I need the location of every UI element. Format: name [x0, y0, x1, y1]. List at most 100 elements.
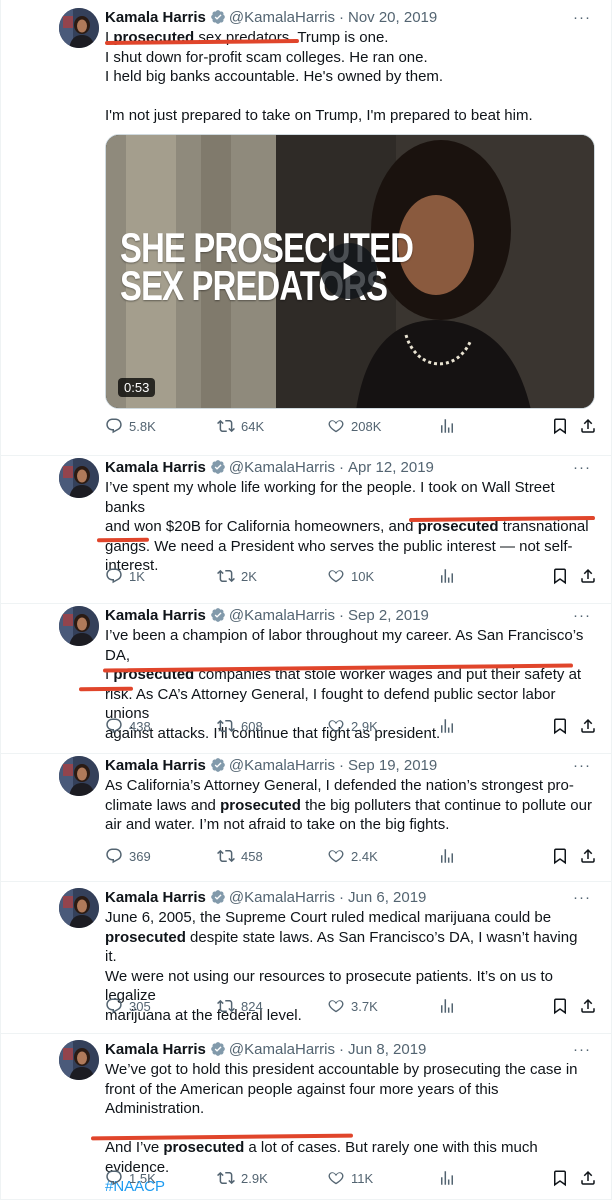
author-name[interactable]: Kamala Harris [105, 459, 206, 476]
share-button[interactable] [579, 1168, 597, 1188]
like-button[interactable]: 11K [327, 1168, 373, 1188]
repost-count: 64K [241, 418, 265, 434]
more-icon[interactable]: ··· [573, 606, 591, 626]
repost-button[interactable]: 458 [217, 846, 263, 866]
tweet-header: Kamala Harris @KamalaHarris · Nov 20, 2019 ·… [105, 8, 591, 28]
bookmark-button[interactable] [551, 1168, 569, 1188]
tweet[interactable]: Kamala Harris @KamalaHarris · Nov 20, 2019 ·… [1, 0, 611, 456]
avatar[interactable] [59, 8, 99, 48]
author-handle[interactable]: @KamalaHarris [229, 9, 335, 26]
share-button[interactable] [579, 846, 597, 866]
tweet[interactable]: Kamala Harris @KamalaHarris · Apr 12, 2019 ·… [1, 456, 611, 604]
share-button[interactable] [579, 716, 597, 736]
views-button[interactable] [438, 996, 456, 1016]
views-button[interactable] [438, 416, 456, 436]
like-count: 2.4K [351, 848, 378, 864]
repost-icon [217, 997, 235, 1015]
reply-button[interactable]: 5.8K [105, 416, 156, 436]
bookmark-button[interactable] [551, 566, 569, 586]
like-button[interactable]: 2.4K [327, 846, 378, 866]
tweet-date[interactable]: Apr 12, 2019 [348, 459, 434, 476]
author-name[interactable]: Kamala Harris [105, 1041, 206, 1058]
tweet-date[interactable]: Sep 2, 2019 [348, 607, 429, 624]
share-button[interactable] [579, 416, 597, 436]
avatar[interactable] [59, 888, 99, 928]
reply-button[interactable]: 1.5K [105, 1168, 156, 1188]
like-button[interactable]: 10K [327, 566, 374, 586]
tweet[interactable]: Kamala Harris @KamalaHarris · Jun 6, 2019 ··… [1, 882, 611, 1034]
video-player[interactable]: SHE PROSECUTED SEX PREDATORS 0:53 [105, 134, 595, 409]
like-icon [327, 1169, 345, 1187]
more-icon[interactable]: ··· [573, 8, 591, 28]
author-name[interactable]: Kamala Harris [105, 757, 206, 774]
avatar[interactable] [59, 458, 99, 498]
play-button[interactable] [321, 243, 377, 299]
more-icon[interactable]: ··· [573, 756, 591, 776]
like-button[interactable]: 2.9K [327, 716, 378, 736]
reply-button[interactable]: 1K [105, 566, 145, 586]
avatar-image [59, 458, 99, 498]
views-icon [438, 997, 456, 1015]
bookmark-button[interactable] [551, 996, 569, 1016]
avatar[interactable] [59, 756, 99, 796]
repost-button[interactable]: 64K [217, 416, 264, 436]
author-handle[interactable]: @KamalaHarris [229, 889, 335, 906]
bookmark-icon [551, 847, 569, 865]
tweet[interactable]: Kamala Harris @KamalaHarris · Sep 19, 2019 ·… [1, 754, 611, 882]
bookmark-button[interactable] [551, 846, 569, 866]
author-name[interactable]: Kamala Harris [105, 889, 206, 906]
avatar[interactable] [59, 606, 99, 646]
tweet-line: I’ve spent my whole life working for the… [105, 478, 593, 517]
more-icon[interactable]: ··· [573, 1040, 591, 1060]
reply-count: 5.8K [129, 418, 156, 434]
reply-button[interactable]: 438 [105, 716, 151, 736]
tweet-date[interactable]: Jun 8, 2019 [348, 1041, 426, 1058]
separator: · [339, 607, 344, 624]
text-segment: gangs. We need a President who serves th… [105, 537, 573, 555]
tweet-actions: 5.8K 64K 208K [105, 416, 595, 436]
author-handle[interactable]: @KamalaHarris [229, 607, 335, 624]
author-handle[interactable]: @KamalaHarris [229, 1041, 335, 1058]
text-segment: front of the American people against fou… [105, 1080, 499, 1118]
repost-icon [217, 717, 235, 735]
verified-badge-icon [210, 607, 226, 623]
share-button[interactable] [579, 566, 597, 586]
author-name[interactable]: Kamala Harris [105, 9, 206, 26]
tweet-date[interactable]: Jun 6, 2019 [348, 889, 426, 906]
bookmark-button[interactable] [551, 416, 569, 436]
views-button[interactable] [438, 566, 456, 586]
tweet-header: Kamala Harris @KamalaHarris · Sep 19, 2019 ·… [105, 756, 591, 776]
bookmark-button[interactable] [551, 716, 569, 736]
tweet[interactable]: Kamala Harris @KamalaHarris · Jun 8, 2019 ··… [1, 1034, 611, 1200]
separator: · [339, 9, 344, 26]
repost-button[interactable]: 2.9K [217, 1168, 268, 1188]
like-button[interactable]: 3.7K [327, 996, 378, 1016]
author-handle[interactable]: @KamalaHarris [229, 757, 335, 774]
author-name[interactable]: Kamala Harris [105, 607, 206, 624]
views-button[interactable] [438, 716, 456, 736]
tweet-date[interactable]: Nov 20, 2019 [348, 9, 437, 26]
repost-button[interactable]: 824 [217, 996, 263, 1016]
reply-button[interactable]: 369 [105, 846, 151, 866]
repost-count: 458 [241, 848, 263, 864]
tweet[interactable]: Kamala Harris @KamalaHarris · Sep 2, 2019 ··… [1, 604, 611, 754]
avatar[interactable] [59, 1040, 99, 1080]
views-button[interactable] [438, 1168, 456, 1188]
share-button[interactable] [579, 996, 597, 1016]
bookmark-icon [551, 717, 569, 735]
tweet-date[interactable]: Sep 19, 2019 [348, 757, 437, 774]
views-button[interactable] [438, 846, 456, 866]
more-icon[interactable]: ··· [573, 458, 591, 478]
repost-button[interactable]: 2K [217, 566, 257, 586]
more-icon[interactable]: ··· [573, 888, 591, 908]
reply-button[interactable]: 305 [105, 996, 151, 1016]
verified-badge-icon [210, 757, 226, 773]
verified-badge-icon [210, 459, 226, 475]
repost-button[interactable]: 608 [217, 716, 263, 736]
reply-icon [105, 847, 123, 865]
like-button[interactable]: 208K [327, 416, 381, 436]
author-handle[interactable]: @KamalaHarris [229, 459, 335, 476]
tweet-line: I held big banks accountable. He's owned… [105, 67, 593, 87]
share-icon [579, 997, 597, 1015]
